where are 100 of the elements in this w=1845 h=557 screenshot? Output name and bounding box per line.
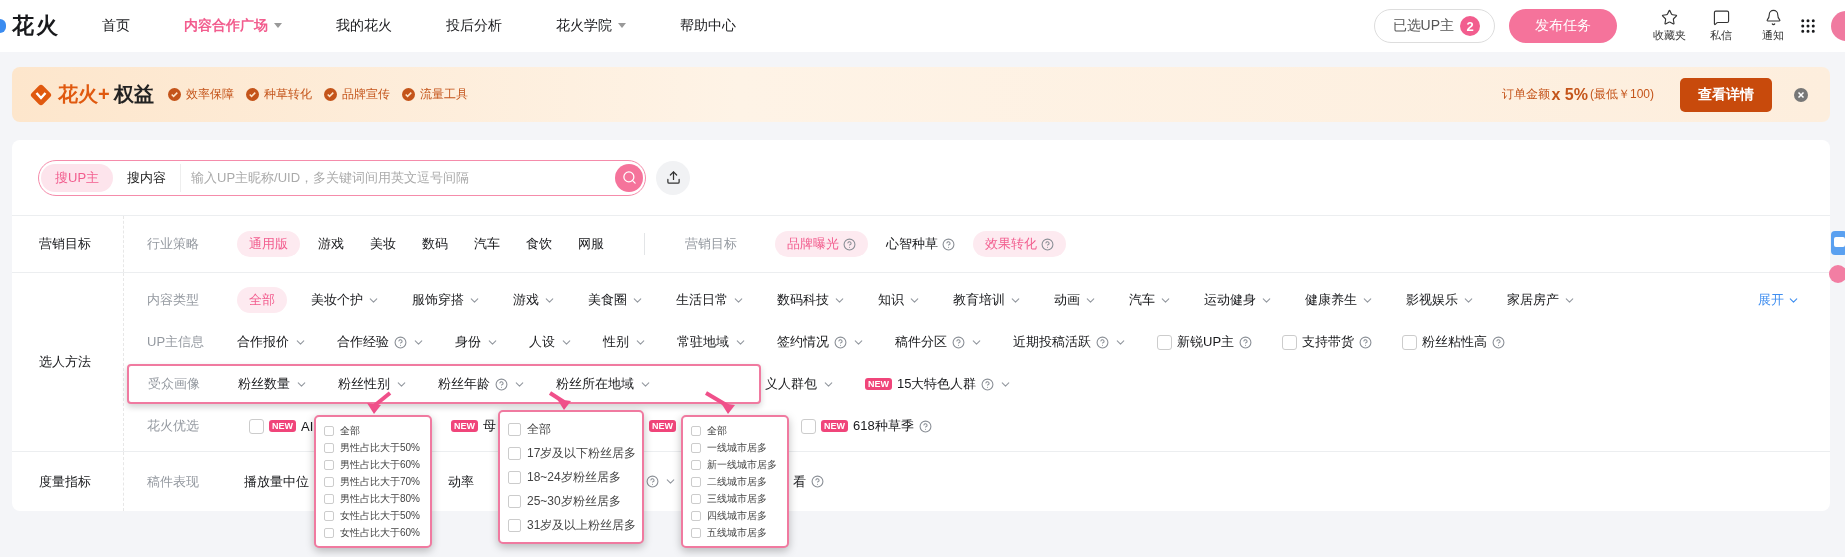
popup-option[interactable]: 四线城市居多 bbox=[691, 507, 779, 524]
filter-option[interactable]: 美妆 bbox=[362, 231, 404, 257]
nav-item[interactable]: 我的花火 bbox=[336, 17, 392, 35]
popup-option[interactable]: 全部 bbox=[324, 422, 422, 439]
popup-option[interactable]: 18~24岁粉丝居多 bbox=[508, 465, 634, 489]
filter-option[interactable]: 动画 bbox=[1046, 287, 1105, 313]
filter-option[interactable]: 家居房产 bbox=[1499, 287, 1584, 313]
checkbox-filter[interactable]: 支持带货 bbox=[1282, 333, 1373, 351]
filter-option[interactable]: 汽车 bbox=[466, 231, 508, 257]
checkbox[interactable] bbox=[249, 418, 264, 434]
nav-item[interactable]: 投后分析 bbox=[446, 17, 502, 35]
filter-dropdown[interactable]: NEW 15大特色人群 bbox=[865, 375, 1013, 393]
filter-dropdown[interactable]: NEW 母 bbox=[451, 417, 496, 435]
selected-creators-button[interactable]: 已选UP主 2 bbox=[1373, 9, 1495, 43]
popup-option[interactable]: 一线城市居多 bbox=[691, 439, 779, 456]
checkbox[interactable] bbox=[508, 422, 521, 436]
popup-option[interactable]: 17岁及以下粉丝居多 bbox=[508, 441, 634, 465]
filter-dropdown[interactable]: 粉丝性别 bbox=[338, 375, 408, 393]
checkbox[interactable] bbox=[508, 446, 521, 460]
filter-dropdown[interactable]: 人设 bbox=[529, 333, 573, 351]
filter-dropdown[interactable]: 粉丝数量 bbox=[238, 375, 308, 393]
nav-item[interactable]: 花火学院 bbox=[556, 17, 626, 35]
filter-dropdown[interactable]: 看 bbox=[793, 472, 824, 491]
close-icon[interactable] bbox=[1794, 87, 1808, 102]
checkbox[interactable] bbox=[324, 510, 334, 521]
popup-option[interactable]: 新一线城市居多 bbox=[691, 456, 779, 473]
filter-dropdown[interactable]: 性别 bbox=[603, 333, 647, 351]
popup-option[interactable]: 全部 bbox=[508, 417, 634, 441]
popup-option[interactable]: 女性占比大于60% bbox=[324, 524, 422, 541]
filter-option[interactable]: 影视娱乐 bbox=[1398, 287, 1483, 313]
checkbox[interactable] bbox=[691, 527, 701, 538]
filter-dropdown[interactable] bbox=[646, 475, 677, 488]
checkbox[interactable] bbox=[691, 493, 701, 504]
checkbox[interactable] bbox=[324, 459, 334, 470]
checkbox[interactable] bbox=[691, 459, 701, 470]
filter-option[interactable]: 美妆个护 bbox=[303, 287, 388, 313]
checkbox[interactable] bbox=[324, 476, 334, 487]
filter-dropdown[interactable]: 合作经验 bbox=[337, 333, 425, 351]
checkbox[interactable] bbox=[1157, 334, 1172, 350]
popup-option[interactable]: 男性占比大于70% bbox=[324, 473, 422, 490]
checkbox-filter[interactable]: 粉丝粘性高 bbox=[1402, 333, 1506, 351]
checkbox[interactable] bbox=[324, 425, 334, 436]
popup-option[interactable]: 男性占比大于60% bbox=[324, 456, 422, 473]
expand-link[interactable]: 展开 bbox=[1758, 291, 1800, 309]
checkbox[interactable] bbox=[508, 470, 521, 484]
filter-dropdown[interactable]: 动率 bbox=[448, 472, 474, 491]
checkbox[interactable] bbox=[324, 527, 334, 538]
popup-option[interactable]: 25~30岁粉丝居多 bbox=[508, 489, 634, 513]
nav-item[interactable]: 帮助中心 bbox=[680, 17, 736, 35]
checkbox[interactable] bbox=[691, 425, 701, 436]
filter-option[interactable]: 服饰穿搭 bbox=[404, 287, 489, 313]
filter-option[interactable]: 健康养生 bbox=[1297, 287, 1382, 313]
nav-item[interactable]: 首页 bbox=[102, 17, 130, 35]
filter-option[interactable]: 游戏 bbox=[505, 287, 564, 313]
toolbar-action[interactable]: 通知 bbox=[1747, 9, 1799, 43]
filter-option[interactable]: 网服 bbox=[570, 231, 612, 257]
filter-option[interactable]: 心智种草 bbox=[878, 231, 963, 257]
filter-option[interactable]: 数码科技 bbox=[769, 287, 854, 313]
filter-dropdown[interactable]: 近期投稿活跃 bbox=[1013, 333, 1127, 351]
filter-option[interactable]: 生活日常 bbox=[668, 287, 753, 313]
checkbox[interactable] bbox=[324, 442, 334, 453]
new-badge[interactable]: NEW bbox=[649, 420, 676, 432]
filter-dropdown[interactable]: 粉丝年龄 bbox=[438, 375, 526, 393]
checkbox[interactable] bbox=[1282, 334, 1298, 350]
filter-dropdown[interactable]: 合作报价 bbox=[237, 333, 307, 351]
checkbox-filter[interactable]: 新锐UP主 bbox=[1157, 333, 1253, 351]
checkbox-filter[interactable]: NEW 618种草季 bbox=[801, 417, 932, 435]
toolbar-action[interactable]: 私信 bbox=[1695, 9, 1747, 43]
filter-option[interactable]: 食饮 bbox=[518, 231, 560, 257]
search-button[interactable] bbox=[615, 163, 643, 192]
checkbox[interactable] bbox=[508, 518, 521, 532]
filter-dropdown[interactable]: 稿件分区 bbox=[895, 333, 983, 351]
popup-option[interactable]: 男性占比大于80% bbox=[324, 490, 422, 507]
filter-dropdown[interactable]: 义人群包 bbox=[765, 375, 835, 393]
filter-dropdown[interactable]: 常驻地域 bbox=[677, 333, 747, 351]
popup-option[interactable]: 二线城市居多 bbox=[691, 473, 779, 490]
filter-option[interactable]: 教育培训 bbox=[945, 287, 1030, 313]
search-tab[interactable]: 搜内容 bbox=[113, 163, 181, 192]
checkbox[interactable] bbox=[801, 418, 816, 434]
filter-option[interactable]: 游戏 bbox=[310, 231, 352, 257]
filter-dropdown[interactable]: 身份 bbox=[455, 333, 499, 351]
checkbox[interactable] bbox=[324, 493, 334, 504]
filter-dropdown[interactable]: 签约情况 bbox=[777, 333, 865, 351]
popup-option[interactable]: 全部 bbox=[691, 422, 779, 439]
checkbox[interactable] bbox=[1402, 334, 1418, 350]
popup-option[interactable]: 男性占比大于50% bbox=[324, 439, 422, 456]
checkbox-filter[interactable]: NEW AI bbox=[249, 418, 314, 434]
toolbar-action[interactable]: 收藏夹 bbox=[1643, 9, 1695, 43]
apps-icon[interactable] bbox=[1799, 17, 1817, 35]
popup-option[interactable]: 五线城市居多 bbox=[691, 524, 779, 541]
filter-dropdown[interactable]: 播放量中位 bbox=[244, 472, 309, 491]
checkbox[interactable] bbox=[691, 442, 701, 453]
filter-option[interactable]: 汽车 bbox=[1121, 287, 1180, 313]
filter-option[interactable]: 知识 bbox=[870, 287, 929, 313]
filter-option[interactable]: 数码 bbox=[414, 231, 456, 257]
details-button[interactable]: 查看详情 bbox=[1680, 77, 1772, 112]
checkbox[interactable] bbox=[691, 476, 701, 487]
filter-option[interactable]: 美食圈 bbox=[580, 287, 652, 313]
popup-option[interactable]: 三线城市居多 bbox=[691, 490, 779, 507]
checkbox[interactable] bbox=[691, 510, 701, 521]
